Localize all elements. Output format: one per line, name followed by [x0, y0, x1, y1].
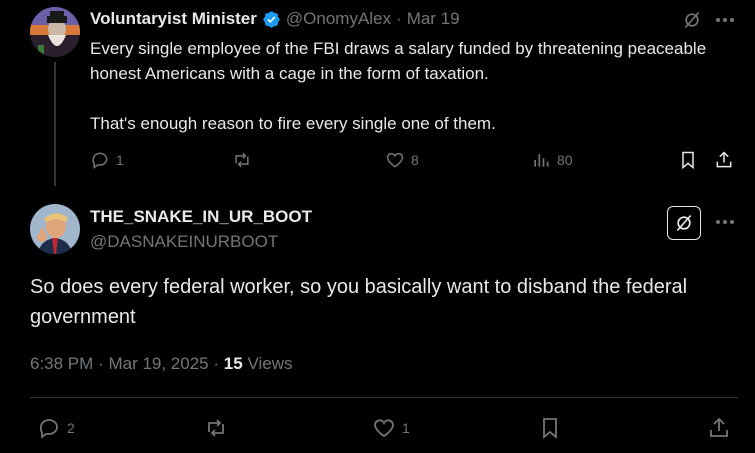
grok-icon[interactable]	[682, 10, 702, 35]
views-count: 15	[223, 354, 243, 373]
more-icon[interactable]	[714, 212, 736, 237]
share-button[interactable]	[714, 150, 734, 170]
separator-dot: ·	[98, 354, 104, 373]
share-icon	[710, 417, 728, 437]
repost-icon	[235, 152, 249, 168]
like-count: 8	[411, 152, 419, 168]
main-handle[interactable]: @DASNAKEINURBOOT	[90, 232, 278, 252]
parent-tweet-text: Every single employee of the FBI draws a…	[90, 39, 707, 133]
grok-icon	[676, 214, 692, 232]
reply-icon	[92, 152, 108, 169]
views-icon	[534, 154, 549, 167]
reply-button[interactable]: 2	[37, 416, 75, 440]
like-button[interactable]: 8	[385, 150, 419, 170]
thread-line	[54, 62, 56, 186]
main-avatar[interactable]	[30, 204, 80, 254]
verified-badge-icon	[262, 10, 281, 29]
parent-header: Voluntaryist Minister @OnomyAlex · Mar 1…	[90, 9, 460, 29]
reply-count: 2	[67, 420, 75, 436]
bookmark-icon	[682, 151, 694, 170]
reply-icon	[39, 419, 58, 439]
repost-icon	[208, 419, 224, 437]
tweet-meta: 6:38 PM · Mar 19, 2025 · 15 Views	[30, 354, 292, 374]
parent-date[interactable]: Mar 19	[407, 9, 460, 29]
more-icon[interactable]	[714, 10, 736, 35]
parent-display-name[interactable]: Voluntaryist Minister	[90, 9, 257, 29]
share-button[interactable]	[707, 416, 731, 440]
tweet-time[interactable]: 6:38 PM	[30, 354, 93, 373]
views-label: Views	[247, 354, 293, 373]
bookmark-button[interactable]	[538, 416, 562, 440]
reply-button[interactable]: 1	[90, 150, 124, 170]
like-icon	[386, 152, 404, 168]
main-display-name[interactable]: THE_SNAKE_IN_UR_BOOT	[90, 207, 312, 227]
separator-dot: ·	[213, 354, 220, 373]
like-icon	[374, 419, 394, 438]
bookmark-button[interactable]	[678, 150, 698, 170]
repost-button[interactable]	[203, 416, 235, 440]
views-button[interactable]: 80	[531, 150, 573, 170]
main-tweet-text: So does every federal worker, so you bas…	[30, 276, 688, 328]
tweet-date[interactable]: Mar 19, 2025	[108, 354, 208, 373]
parent-handle[interactable]: @OnomyAlex	[286, 9, 391, 29]
parent-avatar[interactable]	[30, 7, 80, 57]
views-count: 80	[557, 152, 573, 168]
share-icon	[716, 151, 732, 168]
separator-dot: ·	[396, 9, 402, 28]
like-count: 1	[402, 420, 410, 436]
repost-button[interactable]	[232, 150, 258, 170]
reply-count: 1	[116, 152, 124, 168]
divider	[30, 397, 738, 398]
like-button[interactable]: 1	[372, 416, 410, 440]
grok-button[interactable]	[667, 206, 701, 240]
bookmark-icon	[543, 418, 557, 439]
